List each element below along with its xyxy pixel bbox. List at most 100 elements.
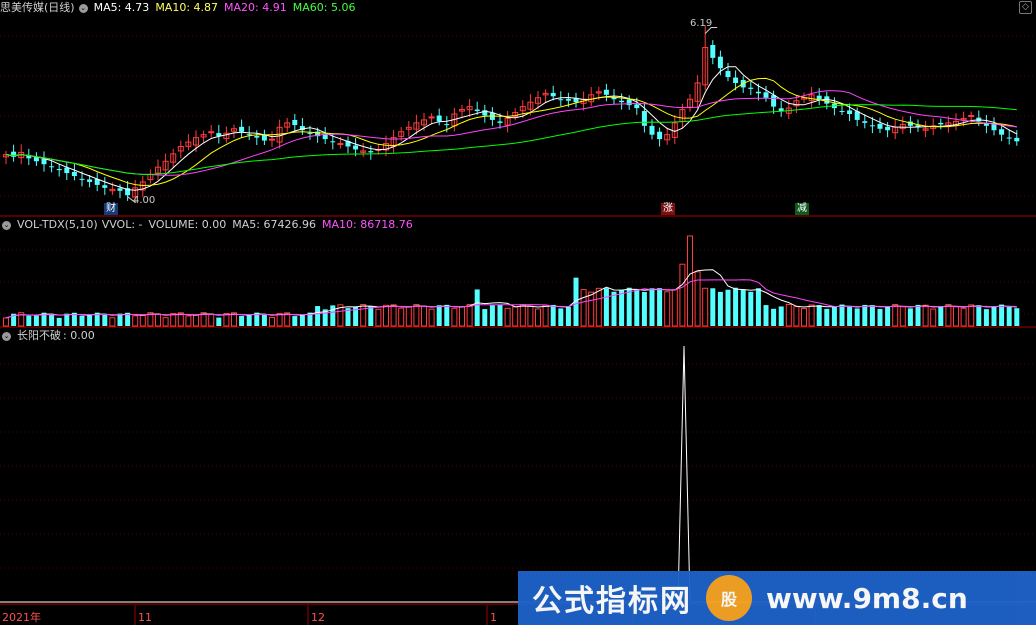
volume-bar: [276, 312, 283, 327]
volume-bar: [710, 288, 716, 326]
volume-bar: [611, 291, 617, 326]
candle-body: [657, 131, 663, 140]
candle-body: [968, 114, 975, 117]
volume-bar: [580, 289, 587, 327]
candle-body: [261, 134, 267, 141]
volume-bar: [398, 307, 405, 327]
candle-body: [748, 87, 754, 89]
volume-bar: [763, 305, 769, 326]
candle-body: [816, 95, 822, 100]
candle-body: [847, 110, 853, 114]
candle-body: [71, 171, 77, 177]
stock-chart: [0, 25, 1036, 625]
volume-bar: [634, 289, 640, 326]
volume-bar: [816, 305, 822, 326]
volume-bar: [292, 316, 298, 326]
low-price-label: 4.00: [133, 195, 156, 206]
volume-bar: [930, 308, 937, 327]
candle-body: [292, 119, 298, 126]
candle-body: [938, 122, 944, 125]
volume-bar: [117, 313, 123, 326]
candle-body: [1006, 137, 1012, 139]
options-icon[interactable]: ⌄: [2, 331, 11, 341]
volume-bar: [755, 288, 761, 326]
volume-bar: [953, 306, 959, 327]
candle-body: [771, 95, 777, 107]
volume-bar: [185, 315, 192, 327]
candle-body: [999, 129, 1005, 135]
volume-bar: [269, 316, 275, 327]
volume-bar: [702, 287, 709, 327]
volume-bar: [542, 304, 549, 327]
volume-bar: [444, 304, 450, 326]
volume-bar: [49, 313, 55, 326]
candle-body: [239, 126, 245, 132]
volume-bar: [223, 313, 230, 327]
candle-body: [353, 145, 359, 150]
volume-readout: VOLUME: 0.00: [148, 218, 227, 231]
candle-body: [117, 188, 123, 191]
candle-body: [64, 167, 70, 174]
volume-bar: [869, 305, 875, 326]
candle-body: [649, 125, 655, 135]
volume-bar: [315, 306, 321, 326]
options-icon[interactable]: ⌄: [2, 220, 11, 230]
volume-bar: [246, 315, 252, 326]
volume-bar: [482, 309, 488, 326]
volume-bar: [330, 305, 336, 326]
candle-body: [436, 115, 442, 122]
volume-bar: [550, 304, 556, 326]
volume-bar: [671, 289, 678, 327]
volume-bar: [239, 315, 245, 326]
volume-bar: [717, 291, 723, 326]
volume-bar: [915, 304, 921, 326]
volume-bar: [26, 315, 32, 326]
volume-bar: [968, 304, 975, 327]
volume-bar: [474, 289, 480, 326]
ma10-readout: MA10: 4.87: [155, 1, 219, 14]
reduce-marker[interactable]: 减: [795, 203, 809, 215]
volume-bar: [771, 308, 777, 326]
volume-bar: [261, 314, 267, 326]
ma20-readout: MA20: 4.91: [224, 1, 287, 14]
indicator-header: ⌄ 长阳不破: 0.00: [0, 328, 101, 344]
candle-body: [725, 71, 731, 78]
finance-marker[interactable]: 财: [104, 203, 118, 215]
volume-bar: [824, 308, 830, 326]
ma60-readout: MA60: 5.06: [292, 1, 356, 14]
high-price-label: 6.19: [690, 18, 713, 29]
volume-bar: [497, 304, 503, 326]
candle-body: [710, 45, 716, 58]
volume-bar: [1006, 306, 1012, 326]
candle-body: [474, 109, 480, 112]
volume-bar: [839, 304, 845, 326]
volume-bar: [854, 308, 860, 326]
candle-body: [49, 166, 55, 168]
volume-bar: [512, 306, 519, 327]
volume-bar: [413, 304, 420, 327]
volume-bar: [907, 308, 913, 326]
indicator-title: 长阳不破: [17, 329, 61, 342]
rise-marker[interactable]: 涨: [661, 203, 675, 215]
candle-body: [755, 91, 761, 94]
candle-body: [497, 121, 503, 123]
candle-body: [56, 168, 62, 171]
volume-bar: [657, 288, 663, 326]
volume-bar: [139, 314, 146, 327]
candle-body: [717, 56, 723, 69]
candle-body: [626, 99, 632, 106]
volume-bar: [733, 287, 739, 326]
volume-bar: [885, 306, 891, 326]
volume-bar: [808, 304, 815, 327]
candle-body: [87, 179, 93, 182]
candle-body: [869, 125, 875, 127]
volume-bar: [983, 309, 989, 326]
volume-bar: [109, 317, 116, 327]
vol-ma10-readout: MA10: 86718.76: [321, 218, 413, 231]
volume-bar: [892, 304, 899, 327]
x-label-jan: 1: [490, 611, 497, 624]
window-toggle-icon[interactable]: ◇: [1019, 1, 1032, 14]
volume-bar: [87, 315, 93, 326]
volume-bar: [162, 317, 169, 327]
options-icon[interactable]: ⌄: [78, 3, 88, 13]
